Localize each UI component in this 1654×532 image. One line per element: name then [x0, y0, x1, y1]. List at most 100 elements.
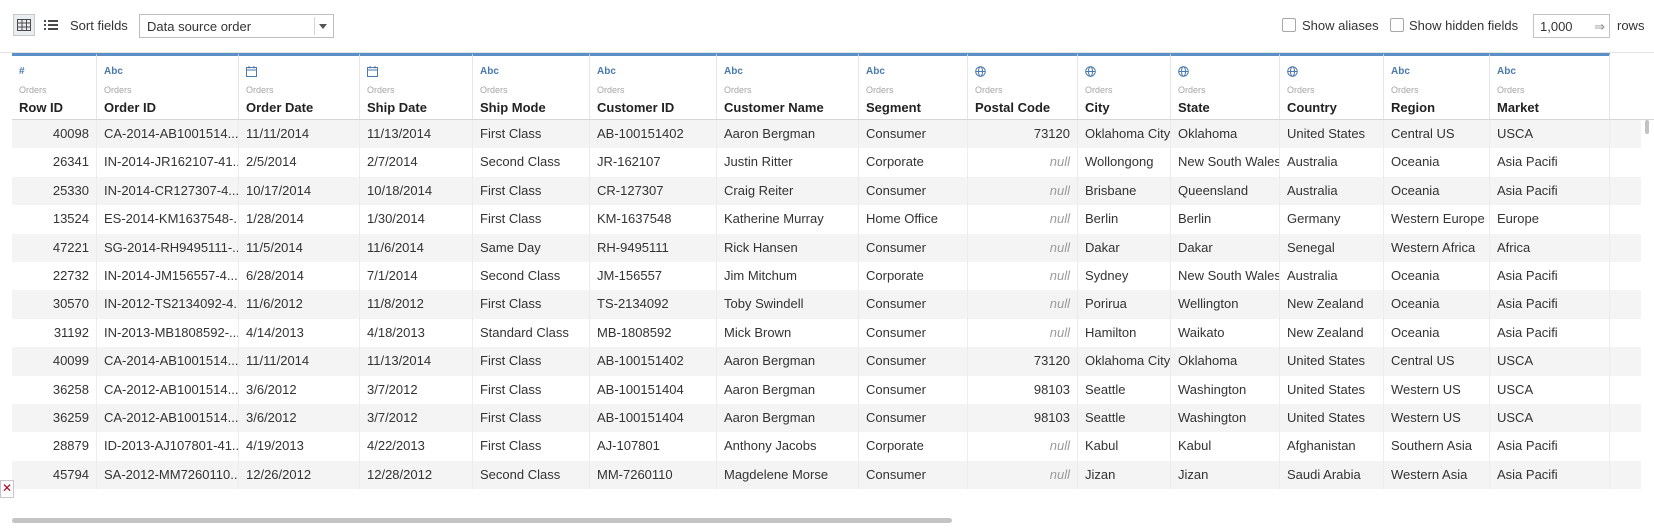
table-cell[interactable]: 40098: [12, 120, 97, 149]
table-cell[interactable]: Australia: [1280, 176, 1384, 206]
column-header[interactable]: Orders Ship Date: [360, 53, 473, 119]
table-cell[interactable]: TS-2134092: [590, 290, 717, 319]
table-cell[interactable]: 13524: [12, 205, 97, 234]
table-cell[interactable]: Mick Brown: [717, 318, 859, 348]
table-cell[interactable]: Afghanistan: [1280, 432, 1384, 461]
data-type-icon[interactable]: Abc: [480, 66, 499, 78]
vertical-scrollbar[interactable]: [1641, 120, 1654, 515]
table-cell[interactable]: 40099: [12, 347, 97, 376]
table-cell[interactable]: Aaron Bergman: [717, 120, 859, 149]
table-cell[interactable]: CA-2012-AB1001514...: [97, 404, 239, 433]
table-cell[interactable]: Hamilton: [1078, 318, 1171, 348]
table-cell[interactable]: Aaron Bergman: [717, 404, 859, 433]
table-cell[interactable]: Standard Class: [473, 318, 590, 348]
table-cell[interactable]: Washington: [1171, 375, 1280, 404]
table-cell[interactable]: 11/6/2014: [360, 233, 473, 262]
table-row[interactable]: 36258 CA-2012-AB1001514... 3/6/2012 3/7/201…: [12, 375, 1654, 404]
column-header[interactable]: Abc Orders Region: [1384, 53, 1490, 119]
column-header[interactable]: Orders Order Date: [239, 53, 360, 119]
table-cell[interactable]: 11/6/2012: [239, 290, 360, 319]
table-cell[interactable]: null: [968, 460, 1078, 490]
table-cell[interactable]: Waikato: [1171, 318, 1280, 348]
table-cell[interactable]: 73120: [968, 347, 1078, 376]
table-cell[interactable]: Washington: [1171, 404, 1280, 433]
table-cell[interactable]: Toby Swindell: [717, 290, 859, 319]
table-cell[interactable]: Consumer: [859, 318, 968, 348]
list-view-button[interactable]: [40, 14, 62, 36]
table-cell[interactable]: Germany: [1280, 205, 1384, 234]
table-row[interactable]: 36259 CA-2012-AB1001514... 3/6/2012 3/7/201…: [12, 404, 1654, 433]
show-aliases-checkbox[interactable]: [1282, 18, 1296, 32]
table-cell[interactable]: Consumer: [859, 233, 968, 262]
table-cell[interactable]: Jizan: [1171, 460, 1280, 490]
table-cell[interactable]: Second Class: [473, 148, 590, 177]
table-cell[interactable]: CA-2012-AB1001514...: [97, 375, 239, 404]
table-cell[interactable]: 31192: [12, 318, 97, 348]
column-header[interactable]: Abc Orders Order ID: [97, 53, 239, 119]
table-cell[interactable]: 2/7/2014: [360, 148, 473, 177]
table-cell[interactable]: Consumer: [859, 120, 968, 149]
data-type-icon[interactable]: [1178, 66, 1189, 78]
table-cell[interactable]: Same Day: [473, 233, 590, 262]
table-cell[interactable]: CA-2014-AB1001514...: [97, 347, 239, 376]
table-cell[interactable]: null: [968, 432, 1078, 461]
table-cell[interactable]: null: [968, 176, 1078, 206]
table-cell[interactable]: null: [968, 233, 1078, 262]
table-cell[interactable]: JM-156557: [590, 262, 717, 291]
table-cell[interactable]: AB-100151404: [590, 404, 717, 433]
table-cell[interactable]: Aaron Bergman: [717, 347, 859, 376]
table-cell[interactable]: 36258: [12, 375, 97, 404]
table-cell[interactable]: Queensland: [1171, 176, 1280, 206]
table-cell[interactable]: AB-100151402: [590, 120, 717, 149]
table-cell[interactable]: Australia: [1280, 262, 1384, 291]
table-cell[interactable]: 2/5/2014: [239, 148, 360, 177]
table-cell[interactable]: Western Asia: [1384, 460, 1490, 490]
horizontal-scroll-thumb[interactable]: [12, 518, 952, 523]
table-cell[interactable]: Corporate: [859, 262, 968, 291]
table-cell[interactable]: Oklahoma City: [1078, 120, 1171, 149]
table-cell[interactable]: USCA: [1490, 404, 1610, 433]
table-cell[interactable]: Magdelene Morse: [717, 460, 859, 490]
table-cell[interactable]: Wellington: [1171, 290, 1280, 319]
show-hidden-fields-checkbox[interactable]: [1390, 18, 1404, 32]
table-row[interactable]: 40098 CA-2014-AB1001514... 11/11/2014 11/13…: [12, 120, 1654, 149]
column-header[interactable]: Abc Orders Customer Name: [717, 53, 859, 119]
table-cell[interactable]: 47221: [12, 233, 97, 262]
table-cell[interactable]: Sydney: [1078, 262, 1171, 291]
data-type-icon[interactable]: [246, 66, 257, 78]
table-cell[interactable]: Kabul: [1171, 432, 1280, 461]
table-cell[interactable]: Oceania: [1384, 148, 1490, 177]
table-cell[interactable]: Australia: [1280, 148, 1384, 177]
table-cell[interactable]: KM-1637548: [590, 205, 717, 234]
table-cell[interactable]: United States: [1280, 375, 1384, 404]
table-row[interactable]: 30570 IN-2012-TS2134092-4... 11/6/2012 11/8…: [12, 290, 1654, 319]
column-header[interactable]: Orders City: [1078, 53, 1171, 119]
table-cell[interactable]: 22732: [12, 262, 97, 291]
table-cell[interactable]: New Zealand: [1280, 318, 1384, 348]
table-row[interactable]: 28879 ID-2013-AJ107801-41... 4/19/2013 4/22…: [12, 432, 1654, 461]
table-cell[interactable]: AJ-107801: [590, 432, 717, 461]
table-cell[interactable]: 73120: [968, 120, 1078, 149]
rows-count-input[interactable]: 1,000 ⇒: [1533, 14, 1610, 38]
table-row[interactable]: 13524 ES-2014-KM1637548-... 1/28/2014 1/30/…: [12, 205, 1654, 234]
table-cell[interactable]: SG-2014-RH9495111-...: [97, 233, 239, 262]
grid-view-button[interactable]: [13, 14, 35, 36]
data-type-icon[interactable]: [1287, 66, 1298, 78]
table-cell[interactable]: 3/6/2012: [239, 404, 360, 433]
table-cell[interactable]: Second Class: [473, 262, 590, 291]
table-cell[interactable]: Asia Pacifi: [1490, 262, 1610, 291]
table-cell[interactable]: 11/13/2014: [360, 347, 473, 376]
table-cell[interactable]: JR-162107: [590, 148, 717, 177]
table-cell[interactable]: Consumer: [859, 176, 968, 206]
table-row[interactable]: 22732 IN-2014-JM156557-4... 6/28/2014 7/1/2…: [12, 262, 1654, 291]
column-header[interactable]: Orders Postal Code: [968, 53, 1078, 119]
close-icon[interactable]: ✕: [0, 480, 14, 498]
table-cell[interactable]: Western Africa: [1384, 233, 1490, 262]
table-row[interactable]: 31192 IN-2013-MB1808592-... 4/14/2013 4/18/…: [12, 318, 1654, 348]
table-cell[interactable]: First Class: [473, 290, 590, 319]
table-cell[interactable]: 45794: [12, 460, 97, 490]
table-cell[interactable]: 28879: [12, 432, 97, 461]
table-row[interactable]: 45794 SA-2012-MM7260110... 12/26/2012 12/28…: [12, 460, 1654, 490]
table-cell[interactable]: Second Class: [473, 460, 590, 490]
table-row[interactable]: 26341 IN-2014-JR162107-41... 2/5/2014 2/7/2…: [12, 148, 1654, 177]
